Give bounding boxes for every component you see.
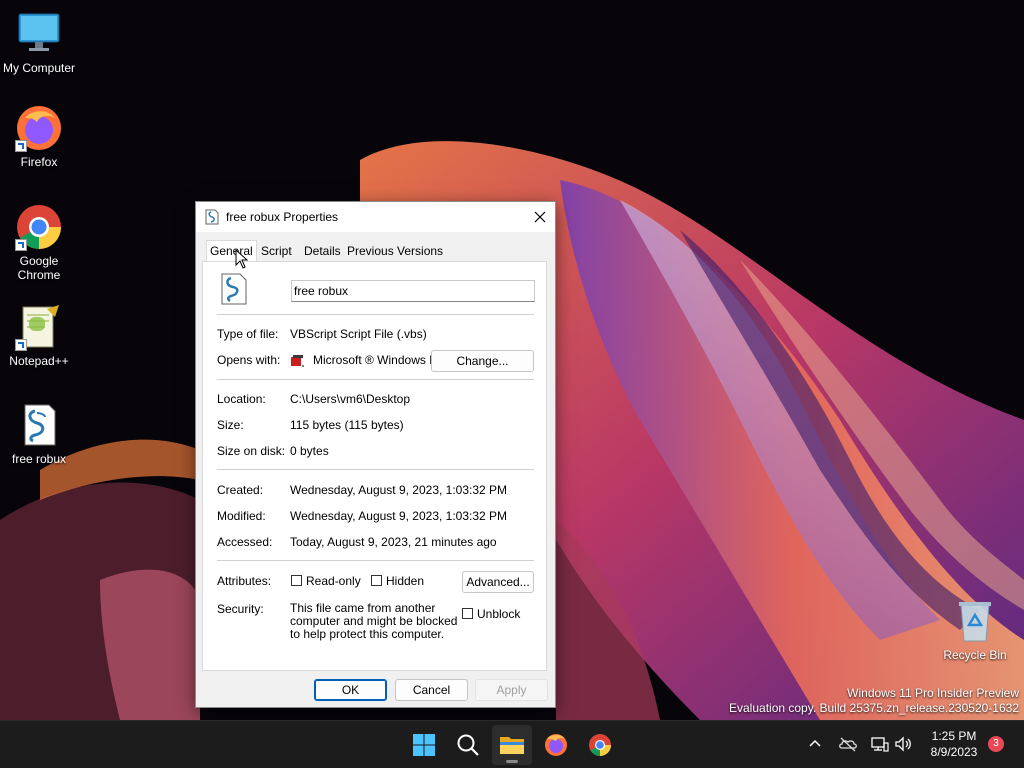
close-button[interactable] [525,202,555,232]
firefox-icon [545,734,567,756]
desktop-icon-google-chrome[interactable]: Google Chrome [1,203,77,282]
desktop-icon-recycle-bin[interactable]: Recycle Bin [937,597,1013,662]
modified-label: Modified: [217,509,266,523]
recycle-bin-icon [951,597,999,645]
desktop-icon-my-computer[interactable]: My Computer [1,10,77,75]
tab-previous-versions[interactable]: Previous Versions [344,242,446,260]
hidden-checkbox[interactable] [371,575,382,586]
tab-script[interactable]: Script [258,242,295,260]
security-label: Security: [217,602,264,616]
desktop-icon-notepad-plus-plus[interactable]: Notepad++ [1,303,77,368]
chevron-up-icon [809,739,821,747]
separator [217,469,534,470]
opens-with-label: Opens with: [217,353,281,367]
windows-script-host-icon [290,354,306,368]
windows-logo-icon [413,734,435,756]
desktop-icon-label: My Computer [2,61,76,75]
ok-button[interactable]: OK [314,679,387,701]
taskbar-chrome[interactable] [580,725,620,765]
network-icon[interactable] [870,735,890,753]
attributes-label: Attributes: [217,574,272,588]
apply-button[interactable]: Apply [475,679,548,701]
advanced-button[interactable]: Advanced... [462,571,534,593]
notification-badge[interactable]: 3 [988,736,1004,752]
watermark-line-1: Windows 11 Pro Insider Preview [847,686,1019,700]
read-only-checkbox[interactable] [291,575,302,586]
taskbar-firefox[interactable] [536,725,576,765]
accessed-label: Accessed: [217,535,273,549]
search-icon [457,734,479,756]
separator [217,560,534,561]
search-button[interactable] [448,725,488,765]
mouse-cursor-icon [235,248,249,269]
clock-date[interactable]: 8/9/2023 [919,744,989,760]
evaluation-watermark: Windows 11 Pro Insider Preview Evaluatio… [729,686,1019,716]
taskbar: 1:25 PM 8/9/2023 [0,720,1024,768]
modified-value: Wednesday, August 9, 2023, 1:03:32 PM [290,509,508,523]
vbscript-file-large-icon [219,273,249,305]
read-only-label[interactable]: Read-only [306,574,361,588]
cancel-button[interactable]: Cancel [395,679,468,701]
opens-with-value: Microsoft ® Windows B [313,353,438,367]
desktop-icon-free-robux[interactable]: free robux [1,401,77,466]
general-tab-panel: Type of file: VBScript Script File (.vbs… [202,261,547,671]
start-button[interactable] [404,725,444,765]
monitor-icon [15,10,63,58]
firefox-icon [15,104,63,152]
desktop-icon-firefox[interactable]: Firefox [1,104,77,169]
chrome-icon [15,203,63,251]
file-name-input[interactable] [291,280,535,302]
desktop-icon-label: Recycle Bin [943,648,1007,662]
desktop-icon-label: Google Chrome [17,254,61,282]
type-of-file-label: Type of file: [217,327,279,341]
hidden-label[interactable]: Hidden [386,574,424,588]
vbscript-file-icon [205,209,219,225]
separator [217,379,534,380]
location-label: Location: [217,392,266,406]
dialog-title: free robux Properties [226,210,339,224]
unblock-checkbox[interactable] [462,608,473,619]
type-of-file-value: VBScript Script File (.vbs) [290,327,427,341]
watermark-line-2: Evaluation copy. Build 25375.zn_release.… [729,701,1019,715]
separator [217,314,534,315]
notepad-plus-plus-icon [15,303,63,351]
close-icon [534,211,546,223]
created-value: Wednesday, August 9, 2023, 1:03:32 PM [290,483,508,497]
desktop-icon-label: Firefox [20,155,58,169]
clock-time[interactable]: 1:25 PM [919,728,989,744]
shortcut-arrow-icon [15,339,27,351]
onedrive-offline-icon[interactable] [838,735,858,753]
accessed-value: Today, August 9, 2023, 21 minutes ago [290,535,497,549]
vbscript-file-icon [15,401,63,449]
desktop-icon-label: Notepad++ [9,354,69,368]
properties-dialog: free robux Properties General Script Det… [195,201,556,708]
location-value: C:\Users\vm6\Desktop [290,392,411,406]
chrome-icon [589,734,611,756]
shortcut-arrow-icon [15,140,27,152]
volume-icon[interactable] [894,735,914,753]
size-value: 115 bytes (115 bytes) [290,418,404,432]
tab-details[interactable]: Details [301,242,344,260]
desktop-icon-label: free robux [11,452,67,466]
show-hidden-icons-button[interactable] [806,735,824,753]
taskbar-file-explorer[interactable] [492,725,532,765]
security-message: This file came from another computer and… [290,601,458,641]
size-on-disk-label: Size on disk: [217,444,286,458]
size-on-disk-value: 0 bytes [290,444,329,458]
change-button[interactable]: Change... [431,350,534,372]
shortcut-arrow-icon [15,239,27,251]
size-label: Size: [217,418,244,432]
unblock-label[interactable]: Unblock [477,607,520,621]
dialog-titlebar[interactable]: free robux Properties [196,202,555,232]
created-label: Created: [217,483,264,497]
file-explorer-icon [500,737,524,754]
active-indicator [506,760,518,763]
tab-general[interactable]: General [206,240,257,263]
